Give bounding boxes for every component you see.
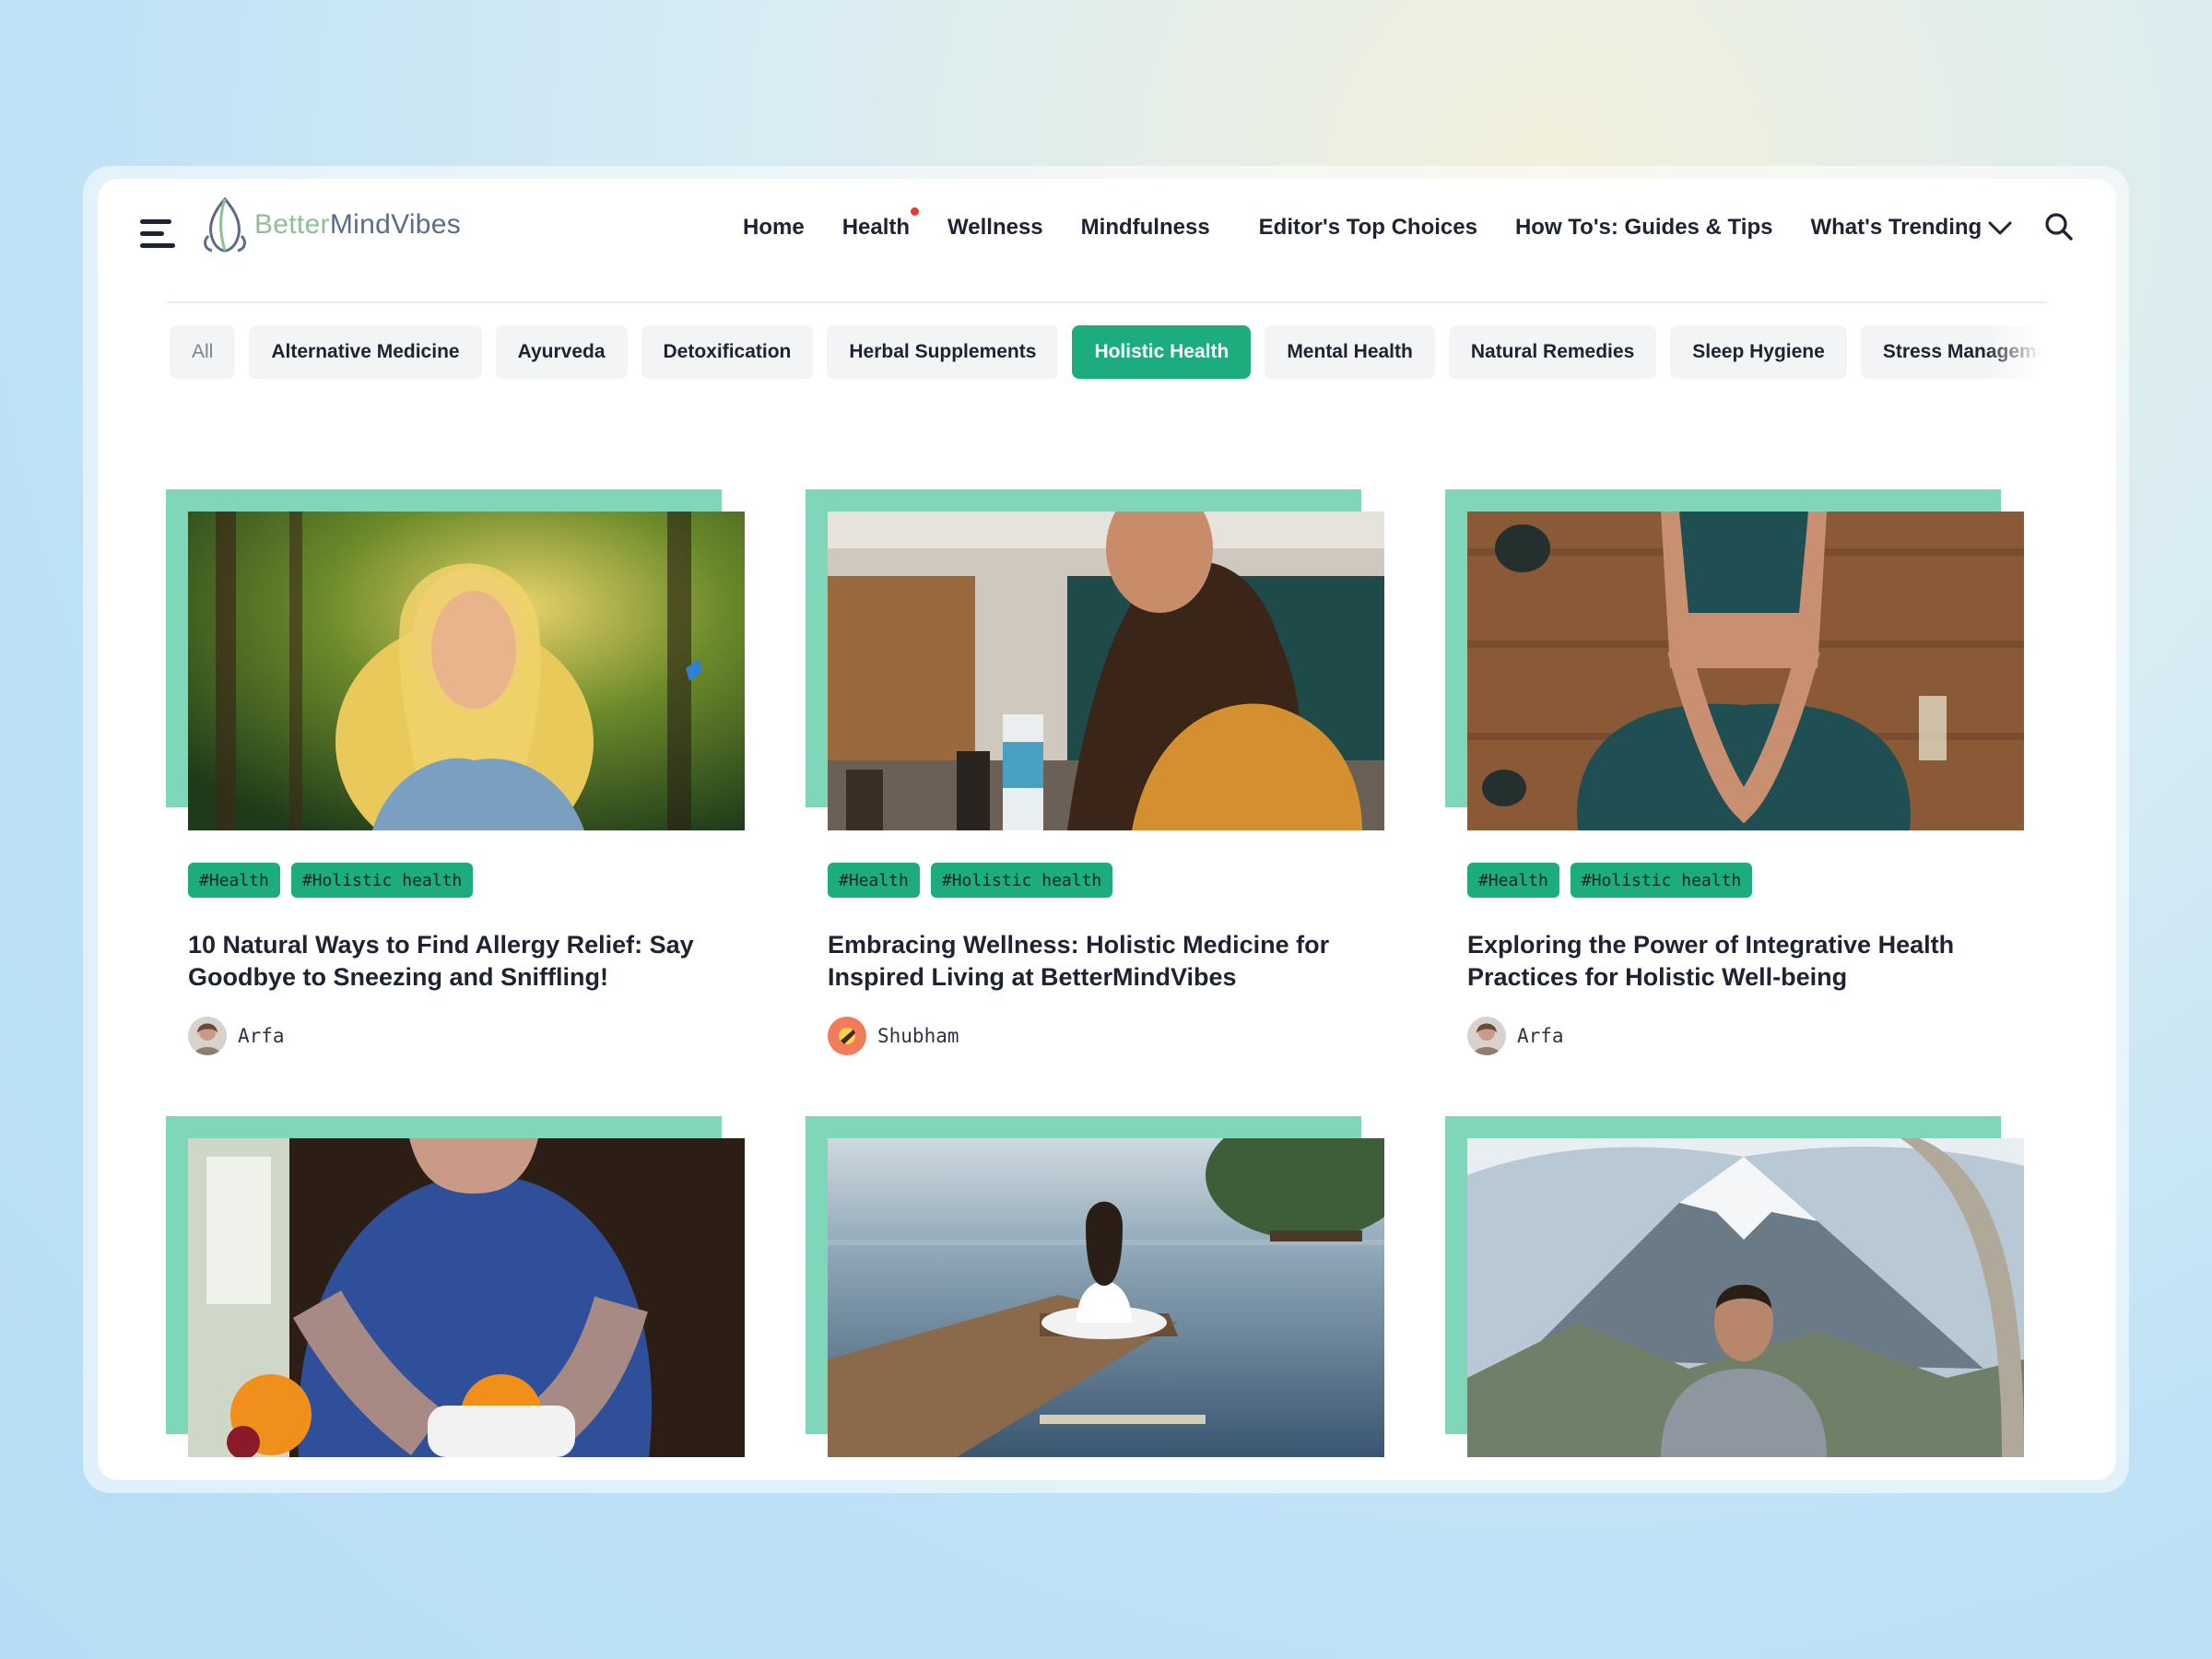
- author-name: Arfa: [238, 1025, 285, 1047]
- woman-doing-yoga-photo: [1467, 512, 2024, 830]
- tag-health[interactable]: #Health: [828, 863, 920, 898]
- author[interactable]: Shubham: [828, 1017, 959, 1055]
- scroll-fade: [1985, 325, 2041, 381]
- site-name: BetterMindVibes: [254, 209, 462, 240]
- article-image[interactable]: [1467, 512, 2024, 830]
- article-title[interactable]: 10 Natural Ways to Find Allergy Relief: …: [188, 929, 723, 994]
- avatar: [1467, 1017, 1506, 1055]
- nav-home[interactable]: Home: [743, 215, 805, 241]
- meditation-on-dock-photo: [828, 1138, 1384, 1457]
- chevron-down-icon[interactable]: [1986, 214, 2014, 241]
- avatar: [188, 1017, 227, 1055]
- article-card[interactable]: [166, 1116, 747, 1480]
- article-image[interactable]: [188, 512, 745, 830]
- category-ayurveda[interactable]: Ayurveda: [495, 325, 628, 379]
- author-name: Shubham: [877, 1025, 959, 1047]
- category-sleep-hygiene[interactable]: Sleep Hygiene: [1670, 325, 1847, 379]
- author[interactable]: Arfa: [188, 1017, 285, 1055]
- avatar: [828, 1017, 866, 1055]
- nav-wellness[interactable]: Wellness: [947, 215, 1043, 241]
- nav-health[interactable]: Health: [842, 207, 920, 241]
- tag-holistic-health[interactable]: #Holistic health: [930, 863, 1113, 898]
- search-icon[interactable]: [2044, 212, 2074, 241]
- nav-how-tos[interactable]: How To's: Guides & Tips: [1515, 215, 1773, 241]
- article-image[interactable]: [828, 512, 1384, 830]
- article-card[interactable]: [806, 1116, 1386, 1480]
- woman-in-kitchen-photo: [828, 512, 1384, 830]
- article-title[interactable]: Embracing Wellness: Holistic Medicine fo…: [828, 929, 1362, 994]
- tag-health[interactable]: #Health: [1467, 863, 1559, 898]
- browser-window: BetterMindVibes Home Health Wellness Min…: [98, 179, 2116, 1480]
- nav-whats-trending[interactable]: What's Trending: [1810, 215, 1982, 241]
- woman-holding-oranges-photo: [188, 1138, 745, 1457]
- woman-in-forest-photo: [188, 512, 745, 830]
- header-divider: [166, 301, 2046, 303]
- notification-dot: [911, 207, 920, 216]
- hamburger-menu-icon[interactable]: [140, 216, 179, 253]
- tag-list: #Health #Holistic health: [828, 863, 1124, 898]
- article-image[interactable]: [828, 1138, 1384, 1457]
- nav-editors-top-choices[interactable]: Editor's Top Choices: [1259, 215, 1477, 241]
- category-holistic-health[interactable]: Holistic Health: [1072, 325, 1252, 379]
- nav-mindfulness[interactable]: Mindfulness: [1081, 215, 1210, 241]
- author-name: Arfa: [1517, 1025, 1564, 1047]
- author[interactable]: Arfa: [1467, 1017, 1564, 1055]
- leaf-logo-icon: [204, 196, 246, 253]
- article-card[interactable]: #Health #Holistic health Exploring the P…: [1445, 489, 2026, 1061]
- man-before-mountain-photo: [1467, 1138, 2024, 1457]
- article-card[interactable]: #Health #Holistic health 10 Natural Ways…: [166, 489, 747, 1061]
- main-nav: Home Health Wellness Mindfulness Editor'…: [743, 205, 2019, 251]
- article-title[interactable]: Exploring the Power of Integrative Healt…: [1467, 929, 2002, 994]
- tag-list: #Health #Holistic health: [1467, 863, 1763, 898]
- article-image[interactable]: [1467, 1138, 2024, 1457]
- tag-holistic-health[interactable]: #Holistic health: [1570, 863, 1753, 898]
- category-natural-remedies[interactable]: Natural Remedies: [1448, 325, 1657, 379]
- article-card[interactable]: [1445, 1116, 2026, 1480]
- tag-health[interactable]: #Health: [188, 863, 280, 898]
- article-card[interactable]: #Health #Holistic health Embracing Welln…: [806, 489, 1386, 1061]
- site-logo[interactable]: BetterMindVibes: [199, 195, 461, 254]
- category-filter-bar: All Alternative Medicine Ayurveda Detoxi…: [170, 325, 2041, 381]
- category-mental-health[interactable]: Mental Health: [1265, 325, 1435, 379]
- tag-holistic-health[interactable]: #Holistic health: [290, 863, 474, 898]
- article-image[interactable]: [188, 1138, 745, 1457]
- category-alternative-medicine[interactable]: Alternative Medicine: [249, 325, 482, 379]
- category-all[interactable]: All: [170, 325, 236, 379]
- category-herbal-supplements[interactable]: Herbal Supplements: [827, 325, 1059, 379]
- tag-list: #Health #Holistic health: [188, 863, 484, 898]
- category-detoxification[interactable]: Detoxification: [641, 325, 814, 379]
